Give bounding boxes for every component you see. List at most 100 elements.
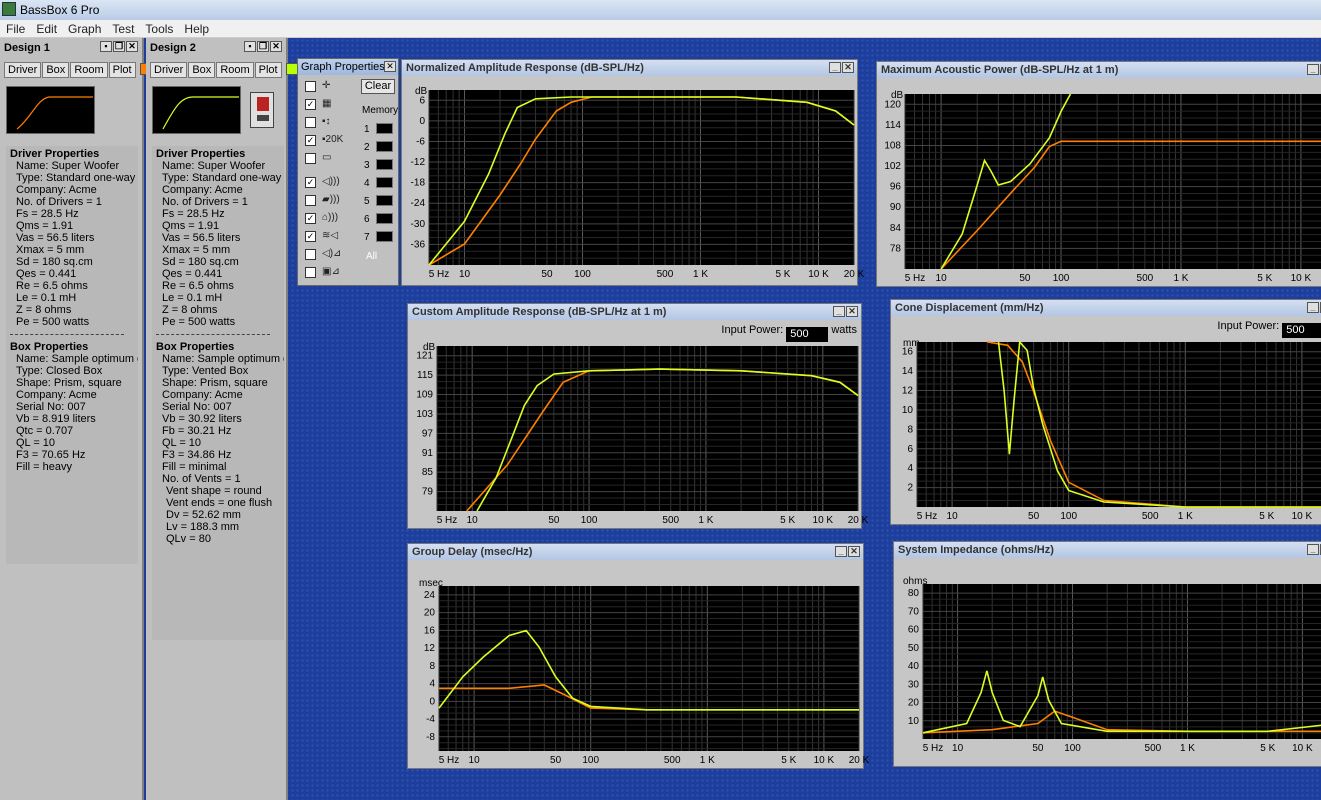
plot-area[interactable] bbox=[429, 90, 854, 265]
x-tick-label: 5 K bbox=[1260, 743, 1275, 754]
memory-slot-box[interactable] bbox=[375, 213, 393, 224]
driver-property: Le = 0.1 mH bbox=[16, 292, 77, 304]
box-property: Fill = minimal bbox=[162, 461, 227, 473]
graph-group-delay[interactable]: Group Delay (msec/Hz) _ ✕ 24 20 16 12 8 4 0 -4 -8 ms… bbox=[407, 543, 870, 769]
plot-icon[interactable]: ▣⊿ bbox=[322, 266, 348, 278]
x-tick-label: 10 K bbox=[1291, 273, 1312, 284]
vented-icon[interactable]: ▰))) bbox=[322, 194, 348, 206]
menu-file[interactable]: File bbox=[0, 20, 30, 36]
plot-area[interactable] bbox=[437, 346, 858, 511]
memory-slot[interactable]: 1 bbox=[364, 123, 393, 135]
memory-slot-box[interactable] bbox=[375, 177, 393, 188]
box-property: F3 = 34.86 Hz bbox=[162, 449, 232, 461]
save-icon[interactable]: ▪ bbox=[244, 41, 256, 52]
graph-option-checkbox[interactable]: ✓ bbox=[305, 231, 316, 242]
x-tick-label: 10 bbox=[459, 269, 471, 280]
design-color-swatch[interactable] bbox=[285, 63, 298, 75]
close-icon[interactable]: ✕ bbox=[126, 41, 138, 52]
tab-plot[interactable]: Plot bbox=[108, 62, 136, 78]
tab-room[interactable]: Room bbox=[216, 62, 254, 78]
graph-option-checkbox[interactable] bbox=[305, 81, 316, 92]
graph-option-checkbox[interactable]: ✓ bbox=[305, 99, 316, 110]
graph-option-checkbox[interactable] bbox=[305, 267, 316, 278]
graph-option-checkbox[interactable]: ✓ bbox=[305, 213, 316, 224]
graph-option-checkbox[interactable] bbox=[305, 195, 316, 206]
memory-slot[interactable]: 3 bbox=[364, 159, 393, 171]
x-tick-label: 500 bbox=[1142, 511, 1159, 522]
x-tick-label: 1 K bbox=[1178, 511, 1193, 522]
tab-driver[interactable]: Driver bbox=[4, 62, 42, 78]
grid-icon[interactable]: ▦ bbox=[322, 98, 348, 110]
copy-icon[interactable]: ❐ bbox=[113, 41, 125, 52]
tab-room[interactable]: Room bbox=[70, 62, 108, 78]
graph-normalized-amplitude[interactable]: Normalized Amplitude Response (dB-SPL/Hz… bbox=[401, 59, 865, 286]
plot-area[interactable] bbox=[905, 94, 1321, 269]
plot-area[interactable] bbox=[923, 584, 1321, 739]
x-tick-label: 100 bbox=[1064, 743, 1081, 754]
20k-icon[interactable]: ▪20K bbox=[322, 134, 348, 146]
scale-icon[interactable]: ▪↕ bbox=[322, 116, 348, 128]
x-tick-label: 10 bbox=[469, 755, 481, 766]
tab-box[interactable]: Box bbox=[188, 62, 216, 78]
menu-tools[interactable]: Tools bbox=[139, 20, 178, 36]
memory-slot-box[interactable] bbox=[375, 123, 393, 134]
graph-option-checkbox[interactable] bbox=[305, 249, 316, 260]
speaker-off-icon[interactable]: ◁)⊿ bbox=[322, 248, 348, 260]
room-icon[interactable]: ⌂))) bbox=[322, 212, 348, 224]
menu-edit[interactable]: Edit bbox=[30, 20, 62, 36]
close-icon[interactable]: ✕ bbox=[270, 41, 282, 52]
x-tick-label: 5 K bbox=[780, 515, 795, 526]
y-unit-label: ohms bbox=[903, 576, 927, 587]
window-icon[interactable]: ▭ bbox=[322, 152, 348, 164]
box-property: Vb = 8.919 liters bbox=[16, 413, 96, 425]
memory-slot[interactable]: 5 bbox=[364, 195, 393, 207]
menu-help[interactable]: Help bbox=[178, 20, 214, 36]
design-panel-1: Design 1 ▪ ❐ ✕ Driver Box Room Plot Driver Pr… bbox=[0, 38, 152, 800]
tab-box[interactable]: Box bbox=[42, 62, 70, 78]
copy-icon[interactable]: ❐ bbox=[257, 41, 269, 52]
box-property: Fb = 30.21 Hz bbox=[162, 425, 232, 437]
graph-system-impedance[interactable]: System Impedance (ohms/Hz)_✕807060504030… bbox=[893, 541, 1321, 767]
memory-slot-box[interactable] bbox=[375, 231, 393, 242]
save-icon[interactable]: ▪ bbox=[100, 41, 112, 52]
close-icon[interactable]: ✕ bbox=[384, 61, 396, 72]
driver-property: Vas = 56.5 liters bbox=[162, 232, 241, 244]
y-tick-label: 12 bbox=[424, 643, 436, 654]
y-unit-label: dB bbox=[423, 342, 436, 353]
memory-slot-box[interactable] bbox=[375, 141, 393, 152]
speaker-icon[interactable]: ◁))) bbox=[322, 176, 348, 188]
x-tick-label: 5 Hz bbox=[923, 743, 944, 754]
x-tick-label: 100 bbox=[582, 755, 599, 766]
graph-option-checkbox[interactable]: ✓ bbox=[305, 177, 316, 188]
memory-slot[interactable]: 6 bbox=[364, 213, 393, 225]
graph-cone-displacement[interactable]: Cone Displacement (mm/Hz)_✕Input Power: … bbox=[890, 299, 1321, 525]
memory-slot[interactable]: 4 bbox=[364, 177, 393, 189]
graph-option-checkbox[interactable]: ✓ bbox=[305, 135, 316, 146]
menu-graph[interactable]: Graph bbox=[62, 20, 106, 36]
box-property: Shape: Prism, square bbox=[16, 377, 122, 389]
menu-test[interactable]: Test bbox=[106, 20, 139, 36]
memory-slot-box[interactable] bbox=[375, 159, 393, 170]
driver-icon[interactable]: ≋◁ bbox=[322, 230, 348, 242]
plot-area[interactable] bbox=[439, 586, 859, 751]
graph-maximum-acoustic-power[interactable]: Maximum Acoustic Power (dB-SPL/Hz at 1 m… bbox=[876, 61, 1321, 287]
properties-list: Driver Properties Name: Super Woofer Type:… bbox=[6, 146, 138, 564]
x-tick-label: 1 K bbox=[700, 755, 715, 766]
x-tick-label: 1 K bbox=[693, 269, 708, 280]
y-tick-label: 10 bbox=[902, 405, 914, 416]
box-property: No. of Vents = 1 bbox=[162, 473, 241, 485]
tab-driver[interactable]: Driver bbox=[150, 62, 188, 78]
memory-slot[interactable]: 2 bbox=[364, 141, 393, 153]
graph-custom-amplitude[interactable]: Custom Amplitude Response (dB-SPL/Hz at … bbox=[407, 303, 869, 529]
driver-property: Company: Acme bbox=[16, 184, 97, 196]
clear-button[interactable]: Clear bbox=[361, 79, 395, 94]
memory-slot[interactable]: 7 bbox=[364, 231, 393, 243]
memory-slot-box[interactable] bbox=[375, 195, 393, 206]
graph-option-checkbox[interactable] bbox=[305, 153, 316, 164]
tab-plot[interactable]: Plot bbox=[254, 62, 282, 78]
plot-area[interactable] bbox=[917, 342, 1321, 507]
memory-all-label[interactable]: All bbox=[366, 251, 377, 262]
plus-icon[interactable]: ✛ bbox=[322, 80, 348, 92]
divider bbox=[10, 334, 124, 335]
graph-option-checkbox[interactable] bbox=[305, 117, 316, 128]
